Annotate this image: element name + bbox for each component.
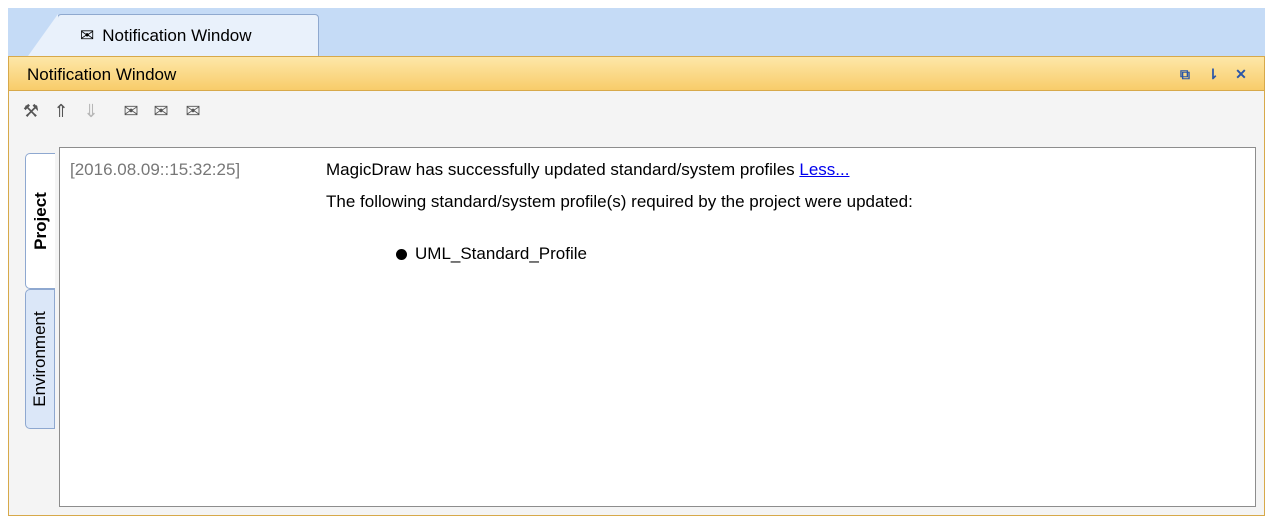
notification-panel: Notification Window ⧉ ⇂ ✕ ⚒ ⇑ ⇓ ✉ ✉ ✉ Pr… xyxy=(8,56,1265,516)
move-down-icon[interactable]: ⇓ xyxy=(79,99,103,123)
tab-strip: ✉ Notification Window xyxy=(0,0,1265,56)
envelope-icon: ✉ xyxy=(80,25,95,45)
toolbar: ⚒ ⇑ ⇓ ✉ ✉ ✉ xyxy=(9,91,1264,129)
mail-clock-icon[interactable]: ✉ xyxy=(181,99,205,123)
restore-icon[interactable]: ⧉ xyxy=(1177,66,1193,82)
side-tabs: Project Environment xyxy=(21,153,59,493)
tab-environment-label: Environment xyxy=(30,311,49,407)
mail-open-icon[interactable]: ✉ xyxy=(149,99,173,123)
mail-delete-icon[interactable]: ✉ xyxy=(119,99,143,123)
notification-detail: The following standard/system profile(s)… xyxy=(326,192,913,211)
list-item-label: UML_Standard_Profile xyxy=(415,244,587,263)
tools-icon[interactable]: ⚒ xyxy=(19,99,43,123)
notification-timestamp: [2016.08.09::15:32:25] xyxy=(70,160,241,179)
bullet-icon xyxy=(396,248,407,260)
tab-label: Notification Window xyxy=(102,25,252,45)
tab-environment[interactable]: Environment xyxy=(25,289,55,429)
panel-titlebar: Notification Window ⧉ ⇂ ✕ xyxy=(9,57,1264,91)
notification-message: MagicDraw has successfully updated stand… xyxy=(326,160,849,180)
notification-message-text: MagicDraw has successfully updated stand… xyxy=(326,160,800,179)
list-item: UML_Standard_Profile xyxy=(396,244,587,264)
close-icon[interactable]: ✕ xyxy=(1233,66,1249,82)
tab-project-label: Project xyxy=(30,192,50,250)
pin-icon[interactable]: ⇂ xyxy=(1205,66,1221,82)
tab-notification-window[interactable]: ✉ Notification Window xyxy=(28,14,319,56)
move-up-icon[interactable]: ⇑ xyxy=(49,99,73,123)
less-link[interactable]: Less... xyxy=(799,160,849,179)
panel-title: Notification Window xyxy=(27,65,177,84)
notification-content: [2016.08.09::15:32:25] MagicDraw has suc… xyxy=(59,147,1256,507)
tab-project[interactable]: Project xyxy=(25,153,55,289)
